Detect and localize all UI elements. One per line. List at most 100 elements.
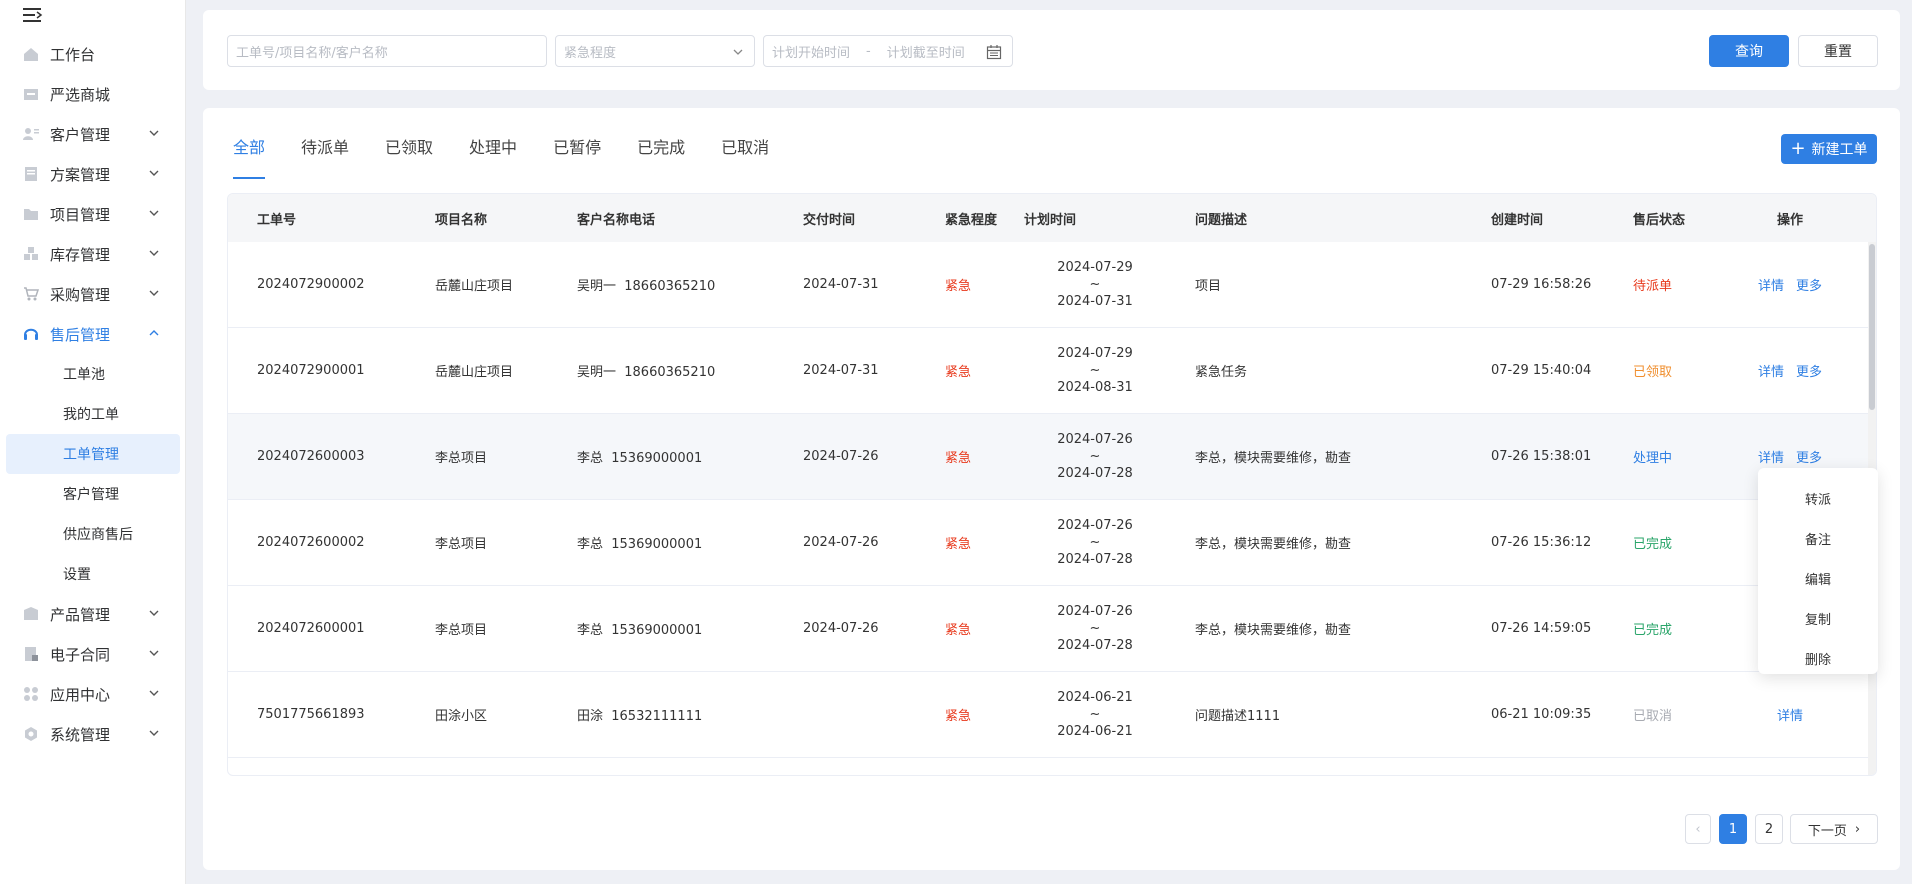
status-tabs: 全部 待派单 已领取 处理中 已暂停 已完成 已取消 xyxy=(233,136,805,179)
dropdown-item-copy[interactable]: 复制 xyxy=(1758,598,1878,638)
plan-start: 2024-07-26 xyxy=(1057,432,1133,447)
reset-button[interactable]: 重置 xyxy=(1798,35,1878,67)
menu-fold-icon[interactable] xyxy=(22,6,44,24)
sidebar-item-workbench[interactable]: 工作台 xyxy=(0,34,186,74)
plan-start-placeholder: 计划开始时间 xyxy=(772,45,851,61)
plan-date-range-picker[interactable]: 计划开始时间 - 计划截至时间 xyxy=(763,35,1013,67)
sidebar-item-plan[interactable]: 方案管理 xyxy=(0,154,186,194)
submenu-item-customer-management[interactable]: 客户管理 xyxy=(0,474,186,514)
tab-all[interactable]: 全部 xyxy=(233,136,266,179)
cell-created: 07-26 15:36:12 xyxy=(1491,535,1592,550)
cell-ticket-id: 2024072900001 xyxy=(257,363,365,378)
submenu-item-ticket-management[interactable]: 工单管理 xyxy=(6,434,180,474)
sidebar-item-product[interactable]: 产品管理 xyxy=(0,594,186,634)
cell-project: 岳麓山庄项目 xyxy=(435,365,514,380)
plan-sep: ~ xyxy=(1089,707,1101,722)
keyword-search-input[interactable]: 工单号/项目名称/客户名称 xyxy=(227,35,547,67)
system-icon xyxy=(22,725,40,743)
dropdown-item-note[interactable]: 备注 xyxy=(1758,518,1878,558)
sidebar-item-label: 采购管理 xyxy=(50,285,111,304)
submenu-item-ticket-pool[interactable]: 工单池 xyxy=(0,354,186,394)
detail-link[interactable]: 详情 xyxy=(1758,279,1784,294)
cell-ticket-id: 2024072600002 xyxy=(257,535,365,550)
status-badge: 已完成 xyxy=(1633,537,1673,552)
cell-customer: 吴明一 18660365210 xyxy=(577,365,716,380)
dropdown-item-reassign[interactable]: 转派 xyxy=(1758,478,1878,518)
cell-actions: 详情 更多 xyxy=(1732,275,1848,294)
col-header-ticket-id: 工单号 xyxy=(257,212,297,228)
table-row[interactable]: 2024072900001 岳麓山庄项目 吴明一 18660365210 202… xyxy=(228,328,1876,414)
cell-actions: 详情 更多 xyxy=(1732,447,1848,466)
sidebar-item-customer[interactable]: 客户管理 xyxy=(0,114,186,154)
cell-project: 田涂小区 xyxy=(435,709,488,724)
dropdown-item-edit[interactable]: 编辑 xyxy=(1758,558,1878,598)
chevron-down-icon xyxy=(149,690,159,696)
cell-ticket-id: 2024072900002 xyxy=(257,277,365,292)
table-row[interactable]: 2024072600001 李总项目 李总 15369000001 2024-0… xyxy=(228,586,1876,672)
dropdown-item-delete[interactable]: 删除 xyxy=(1758,638,1878,678)
tab-claimed[interactable]: 已领取 xyxy=(385,136,433,170)
detail-link[interactable]: 详情 xyxy=(1777,709,1803,724)
sidebar-item-system[interactable]: 系统管理 xyxy=(0,714,186,754)
submenu-item-my-tickets[interactable]: 我的工单 xyxy=(0,394,186,434)
apps-icon xyxy=(22,685,40,703)
cell-customer: 李总 15369000001 xyxy=(577,623,703,638)
table-row[interactable]: 2024072600002 李总项目 李总 15369000001 2024-0… xyxy=(228,500,1876,586)
sidebar-item-aftersales[interactable]: 售后管理 xyxy=(0,314,186,354)
table-row[interactable]: 2024072600003 李总项目 李总 15369000001 2024-0… xyxy=(228,414,1876,500)
plan-end-placeholder: 计划截至时间 xyxy=(886,45,965,61)
more-link[interactable]: 更多 xyxy=(1796,365,1822,380)
chevron-down-icon xyxy=(149,650,159,656)
tab-cancelled[interactable]: 已取消 xyxy=(721,136,769,170)
plan-start: 2024-07-26 xyxy=(1057,604,1133,619)
query-button[interactable]: 查询 xyxy=(1709,35,1789,67)
cell-ticket-id: 2024072600003 xyxy=(257,449,365,464)
cell-project: 岳麓山庄项目 xyxy=(435,279,514,294)
sidebar-item-store[interactable]: 严选商城 xyxy=(0,74,186,114)
sidebar-menu: 工作台 严选商城 客户管理 方案管理 项目管理 库存管理 采购管理 售后管理 工… xyxy=(0,34,186,754)
plan-start: 2024-07-29 xyxy=(1057,260,1133,275)
tab-completed[interactable]: 已完成 xyxy=(637,136,685,170)
cell-created: 07-29 16:58:26 xyxy=(1491,277,1592,292)
detail-link[interactable]: 详情 xyxy=(1758,451,1784,466)
sidebar-item-apps[interactable]: 应用中心 xyxy=(0,674,186,714)
sidebar-item-project[interactable]: 项目管理 xyxy=(0,194,186,234)
cell-urgency: 紧急 xyxy=(945,709,972,724)
page-1-button[interactable]: 1 xyxy=(1719,814,1747,844)
submenu-item-settings[interactable]: 设置 xyxy=(0,554,186,594)
page-2-button[interactable]: 2 xyxy=(1755,814,1783,844)
tab-pending-dispatch[interactable]: 待派单 xyxy=(301,136,349,170)
urgency-select[interactable]: 紧急程度 xyxy=(555,35,755,67)
cart-icon xyxy=(22,285,40,303)
next-page-button[interactable]: 下一页 › xyxy=(1790,814,1878,844)
prev-page-button[interactable]: ‹ xyxy=(1685,814,1711,844)
cell-created: 07-26 14:59:05 xyxy=(1491,621,1592,636)
cell-urgency: 紧急 xyxy=(945,279,972,294)
table-row[interactable]: 2024072900002 岳麓山庄项目 吴明一 18660365210 202… xyxy=(228,242,1876,328)
table-scrollbar-thumb[interactable] xyxy=(1869,244,1875,410)
detail-link[interactable]: 详情 xyxy=(1758,365,1784,380)
tab-processing[interactable]: 处理中 xyxy=(469,136,517,170)
chevron-down-icon xyxy=(149,250,159,256)
table-row[interactable]: 7501775661893 田涂小区 田涂 16532111111 紧急 202… xyxy=(228,672,1876,758)
plan-start: 2024-06-21 xyxy=(1057,690,1133,705)
more-link[interactable]: 更多 xyxy=(1796,451,1822,466)
submenu-item-supplier-aftersales[interactable]: 供应商售后 xyxy=(0,514,186,554)
more-link[interactable]: 更多 xyxy=(1796,279,1822,294)
chevron-down-icon xyxy=(149,130,159,136)
cell-created: 06-21 10:09:35 xyxy=(1491,707,1592,722)
inventory-icon xyxy=(22,245,40,263)
tab-paused[interactable]: 已暂停 xyxy=(553,136,601,170)
cell-delivery: 2024-07-26 xyxy=(803,449,879,464)
sidebar-item-purchase[interactable]: 采购管理 xyxy=(0,274,186,314)
cell-delivery: 2024-07-31 xyxy=(803,363,879,378)
new-ticket-button[interactable]: + 新建工单 xyxy=(1781,134,1877,164)
chevron-down-icon xyxy=(149,610,159,616)
plan-icon xyxy=(22,165,40,183)
sidebar-item-inventory[interactable]: 库存管理 xyxy=(0,234,186,274)
sidebar-item-contract[interactable]: 电子合同 xyxy=(0,634,186,674)
col-header-created: 创建时间 xyxy=(1491,212,1544,228)
plan-end: 2024-07-31 xyxy=(1057,294,1133,309)
sidebar-item-label: 售后管理 xyxy=(50,325,111,344)
cell-plan-time: 2024-07-26 ~ 2024-07-28 xyxy=(1024,517,1166,568)
